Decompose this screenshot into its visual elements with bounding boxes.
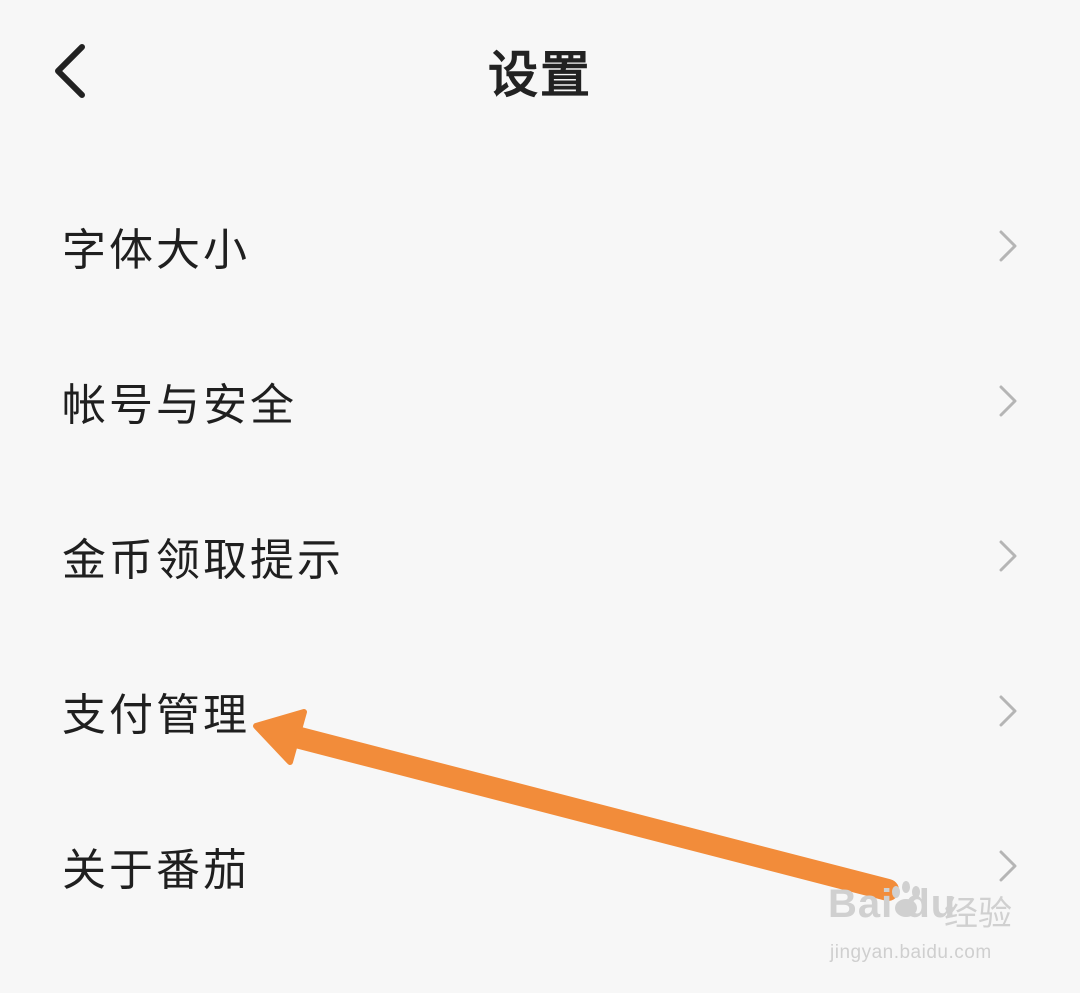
menu-item-label: 字体大小 <box>62 224 250 276</box>
chevron-right-icon <box>999 540 1017 571</box>
menu-item-font-size[interactable]: 字体大小 <box>0 168 1080 323</box>
chevron-right-icon <box>999 230 1017 261</box>
menu-item-label: 金币领取提示 <box>62 534 344 586</box>
header: 设置 <box>0 0 1080 150</box>
menu-item-label: 关于番茄 <box>62 844 250 896</box>
baidu-watermark: Bai du 经验 jingyan.baidu.com <box>826 876 1036 976</box>
page-title: 设置 <box>488 46 592 104</box>
menu-item-label: 支付管理 <box>62 689 250 741</box>
watermark-product: 经验 <box>944 894 1012 934</box>
chevron-right-icon <box>999 695 1017 726</box>
paw-icon <box>892 881 920 917</box>
settings-menu: 字体大小 帐号与安全 金币领取提示 支付管理 关于番茄 <box>0 168 1080 943</box>
watermark-url: jingyan.baidu.com <box>830 942 992 963</box>
settings-screen: 设置 字体大小 帐号与安全 金币领取提示 支付管理 关于番茄 Bai du 经验… <box>0 0 1080 993</box>
chevron-right-icon <box>999 385 1017 416</box>
menu-item-payment-management[interactable]: 支付管理 <box>0 633 1080 788</box>
menu-item-label: 帐号与安全 <box>62 379 297 431</box>
menu-item-coin-reminder[interactable]: 金币领取提示 <box>0 478 1080 633</box>
menu-item-account-security[interactable]: 帐号与安全 <box>0 323 1080 478</box>
